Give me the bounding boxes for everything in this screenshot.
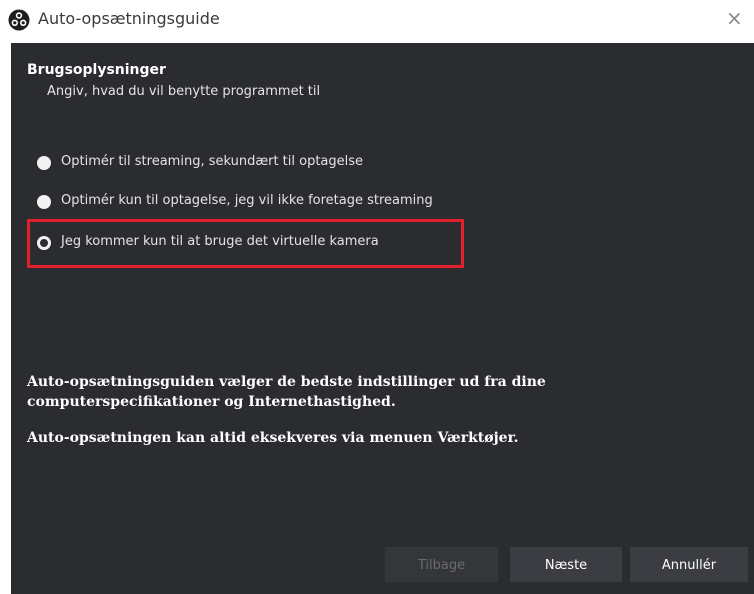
radio-button[interactable] <box>37 156 51 170</box>
next-button[interactable]: Næste <box>510 547 622 582</box>
title-bar: Auto-opsætningsguide × <box>0 0 754 43</box>
info-text-line-1: Auto-opsætningsguiden vælger de bedste i… <box>27 374 546 390</box>
radio-label: Optimér kun til optagelse, jeg vil ikke … <box>61 193 433 208</box>
section-heading: Brugsoplysninger <box>27 62 166 78</box>
window-title: Auto-opsætningsguide <box>38 9 220 28</box>
wizard-content <box>11 43 754 594</box>
obs-logo-icon <box>8 9 30 31</box>
back-button[interactable]: Tilbage <box>385 547 498 582</box>
close-icon[interactable]: × <box>726 7 743 29</box>
info-text-line-3: Auto-opsætningen kan altid eksekveres vi… <box>27 430 519 446</box>
radio-button[interactable] <box>37 195 51 209</box>
cancel-button[interactable]: Annullér <box>630 547 748 582</box>
radio-label: Optimér til streaming, sekundært til opt… <box>61 154 364 169</box>
highlight-box <box>27 219 464 268</box>
info-text-line-2: computerspecifikationer og Internethasti… <box>27 394 396 410</box>
section-subheading: Angiv, hvad du vil benytte programmet ti… <box>47 84 321 99</box>
